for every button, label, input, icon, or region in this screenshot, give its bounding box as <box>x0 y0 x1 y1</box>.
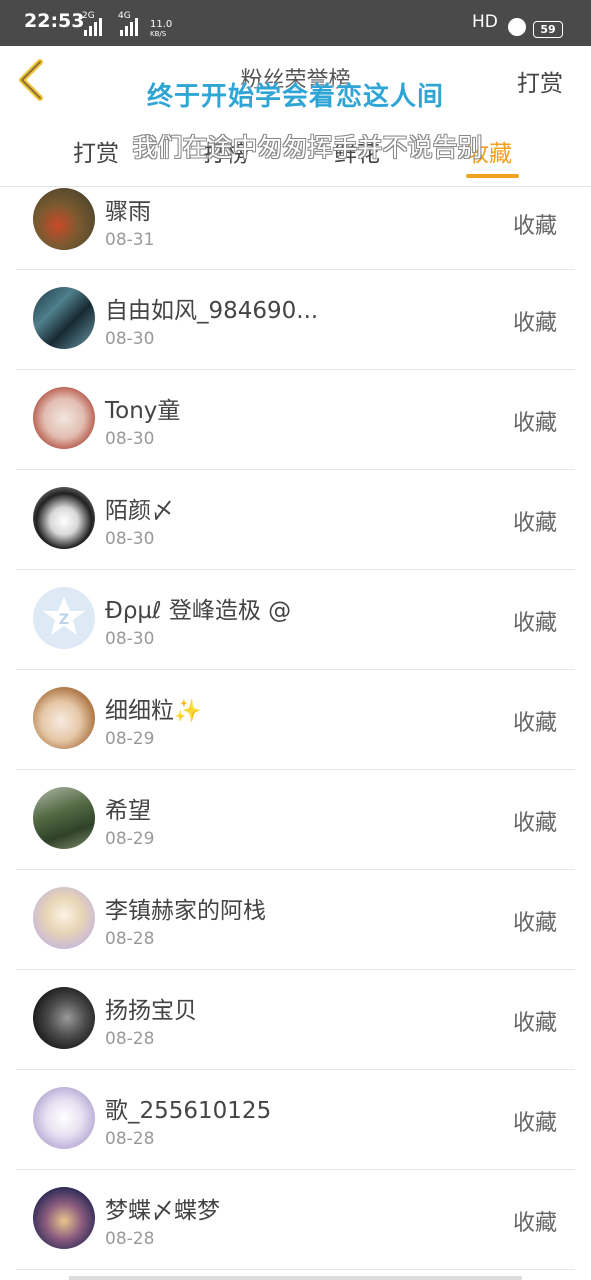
record-date: 08-31 <box>105 230 155 250</box>
user-name: 梦蝶〆蝶梦 <box>105 1198 220 1224</box>
record-type: 收藏 <box>512 511 557 536</box>
svg-text:Z: Z <box>59 612 69 628</box>
record-type: 收藏 <box>512 711 557 736</box>
user-name: 希望 <box>105 798 151 824</box>
sparkle-icon: ✨ <box>174 699 202 724</box>
avatar[interactable] <box>33 887 95 949</box>
record-date: 08-30 <box>105 429 155 449</box>
record-type: 收藏 <box>512 311 557 336</box>
user-name: 细细粒 <box>105 698 174 724</box>
list-item[interactable]: 细细粒✨ 08-29 收藏 <box>0 670 591 770</box>
reward-button[interactable]: 打赏 <box>517 64 563 98</box>
battery-icon: 59 <box>533 21 563 38</box>
record-type: 收藏 <box>512 811 557 836</box>
list-item[interactable]: 扬扬宝贝 08-28 收藏 <box>0 970 591 1070</box>
record-type: 收藏 <box>512 611 557 636</box>
net-speed-unit: KB/S <box>150 30 167 38</box>
record-type: 收藏 <box>512 1111 557 1136</box>
record-date: 08-29 <box>105 829 155 849</box>
avatar[interactable]: Z <box>33 587 95 649</box>
status-bar: 22:53 2G 4G 11.0 KB/S HD 59 <box>0 0 591 46</box>
tab-bar: 打赏 打榜 鲜花 收藏 我们在途中匆匆挥手并不说告别 <box>0 116 591 187</box>
user-name-wrap: 细细粒✨ <box>105 691 201 725</box>
record-date: 08-28 <box>105 1229 155 1249</box>
user-name: 扬扬宝贝 <box>105 998 197 1024</box>
avatar[interactable] <box>33 987 95 1049</box>
bottom-edge <box>69 1276 522 1280</box>
record-type: 收藏 <box>512 214 557 239</box>
record-date: 08-28 <box>105 1129 155 1149</box>
lyric-ticker-top: 终于开始学会着恋这人间 <box>146 82 444 112</box>
list-item[interactable]: 歌_255610125 08-28 收藏 <box>0 1070 591 1170</box>
signal-icon-2 <box>120 18 142 36</box>
alarm-icon <box>508 18 526 36</box>
record-type: 收藏 <box>512 911 557 936</box>
signal-icon <box>84 18 106 36</box>
avatar[interactable] <box>33 1087 95 1149</box>
list-item[interactable]: 梦蝶〆蝶梦 08-28 收藏 <box>0 1170 591 1270</box>
record-date: 08-30 <box>105 629 155 649</box>
user-name: 李镇赫家的阿栈 <box>105 898 266 924</box>
record-type: 收藏 <box>512 1011 557 1036</box>
list-item[interactable]: 陌颜〆 08-30 收藏 <box>0 470 591 570</box>
avatar[interactable] <box>33 687 95 749</box>
avatar[interactable] <box>33 1187 95 1249</box>
lyric-ticker-bottom: 我们在途中匆匆挥手并不说告别 <box>132 133 483 162</box>
header-bar: 粉丝荣誉榜 终于开始学会着恋这人间 打赏 <box>0 46 591 116</box>
avatar[interactable] <box>33 487 95 549</box>
avatar[interactable] <box>33 387 95 449</box>
status-time: 22:53 <box>24 10 85 32</box>
list-item[interactable]: 希望 08-29 收藏 <box>0 770 591 870</box>
avatar[interactable] <box>33 188 95 250</box>
tab-active-indicator <box>466 174 519 178</box>
user-name: 歌_255610125 <box>105 1098 272 1124</box>
record-date: 08-30 <box>105 329 155 349</box>
avatar[interactable] <box>33 287 95 349</box>
net-speed: 11.0 <box>150 19 173 30</box>
record-date: 08-28 <box>105 1029 155 1049</box>
list-item[interactable]: 自由如风_984690... 08-30 收藏 <box>0 270 591 370</box>
record-date: 08-30 <box>105 529 155 549</box>
record-type: 收藏 <box>512 1211 557 1236</box>
user-name: 骤雨 <box>105 199 151 225</box>
default-avatar-icon: Z <box>43 597 85 635</box>
list-item[interactable]: Tony童 08-30 收藏 <box>0 370 591 470</box>
user-name: Tony童 <box>105 398 181 424</box>
list-item[interactable]: Z Ɖρµℓ 登峰造极 @ 08-30 收藏 <box>0 570 591 670</box>
record-date: 08-29 <box>105 729 155 749</box>
record-date: 08-28 <box>105 929 155 949</box>
user-name: 陌颜〆 <box>105 498 174 524</box>
user-name: Ɖρµℓ 登峰造极 @ <box>105 598 292 624</box>
user-name: 自由如风_984690... <box>105 298 319 324</box>
list-item[interactable]: 李镇赫家的阿栈 08-28 收藏 <box>0 870 591 970</box>
record-type: 收藏 <box>512 411 557 436</box>
avatar[interactable] <box>33 787 95 849</box>
fan-list: 骤雨 08-31 收藏 自由如风_984690... 08-30 收藏 Tony… <box>0 186 591 1270</box>
hd-icon: HD <box>472 12 498 32</box>
list-item[interactable]: 骤雨 08-31 收藏 <box>0 186 591 270</box>
